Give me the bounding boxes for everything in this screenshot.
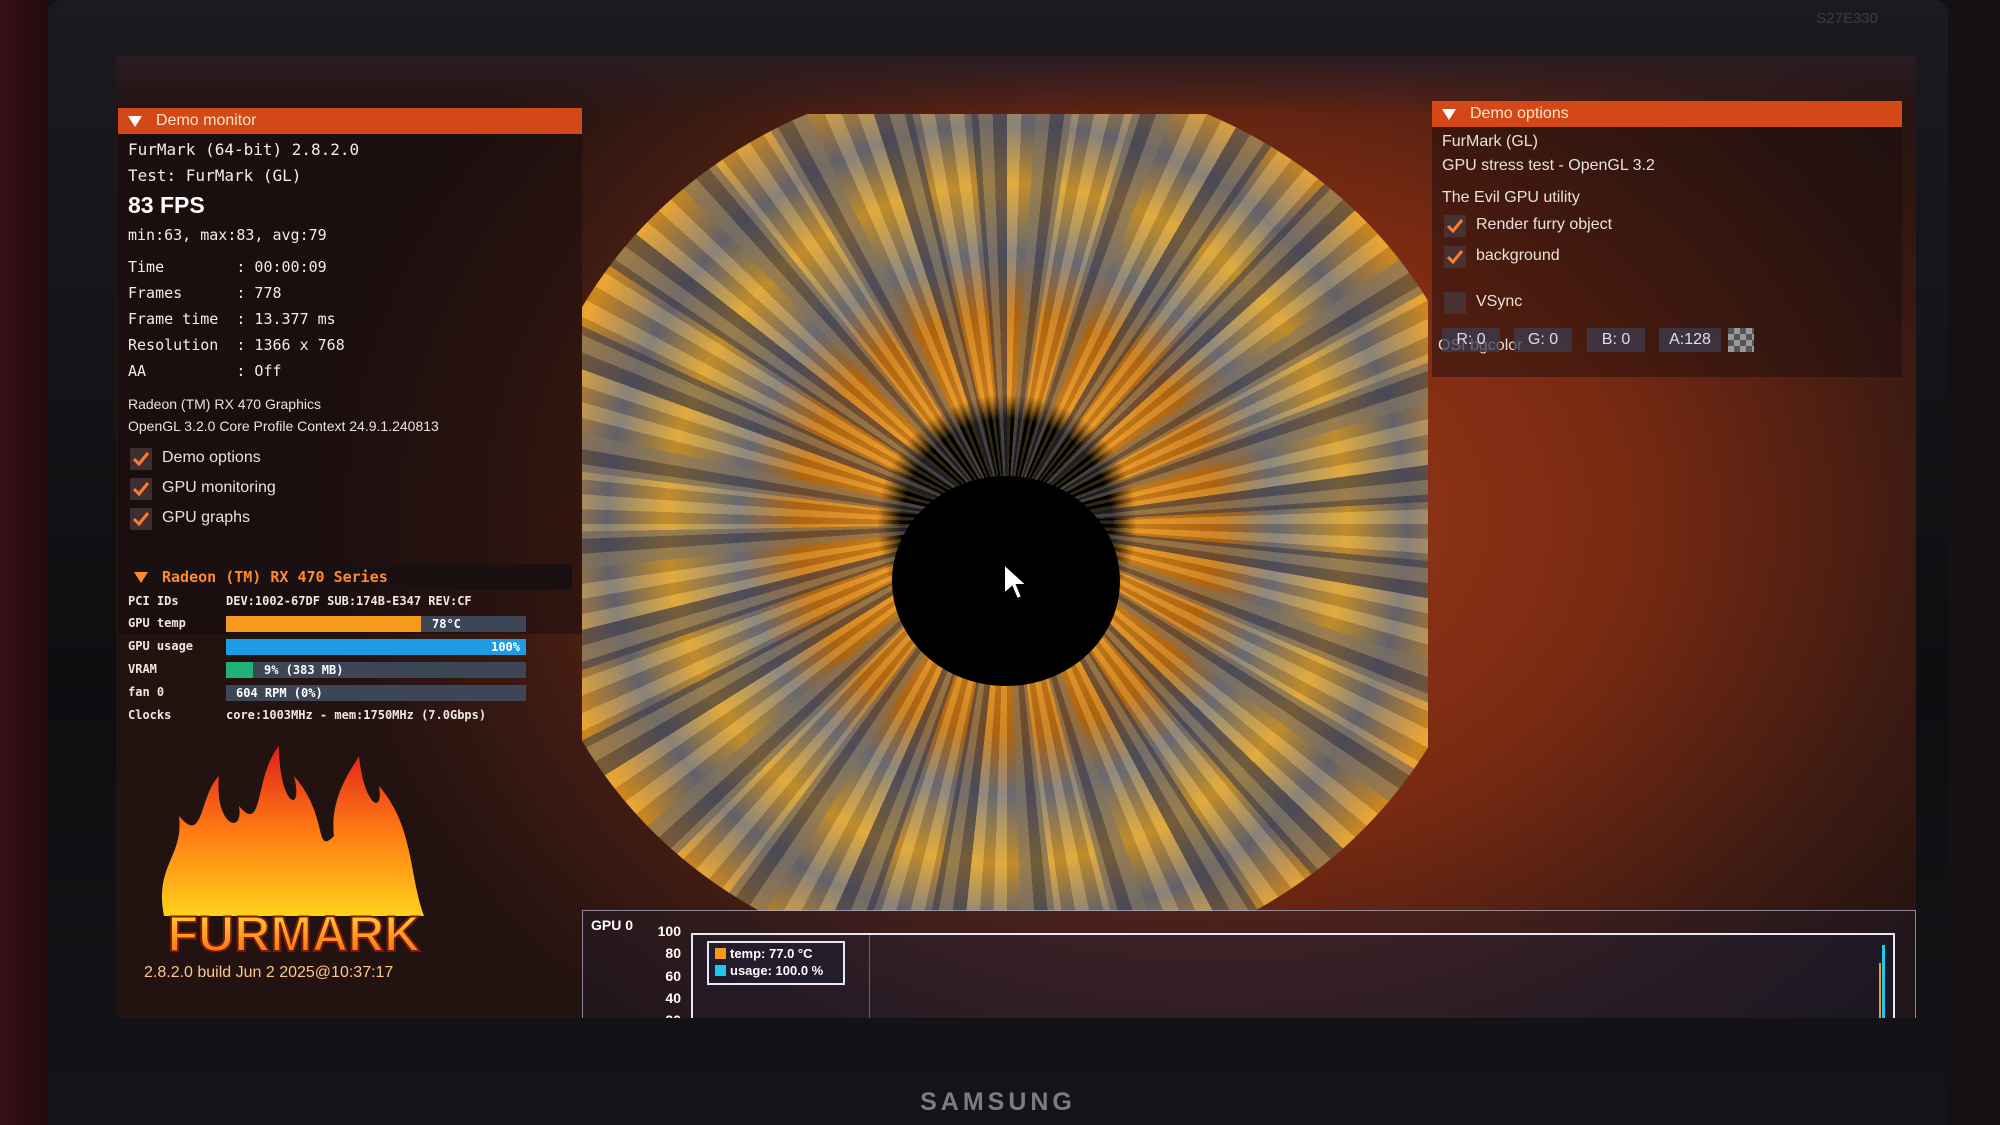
demo-options-label: Demo options (162, 449, 261, 466)
checkmark-icon (132, 512, 150, 527)
fan-value: 604 RPM (0%) (236, 686, 323, 700)
vram-bar: 9% (383 MB) (226, 662, 526, 678)
y-tick-60: 60 (665, 968, 681, 984)
monitor-model-label: S27E330 (1816, 10, 1878, 27)
furmark-logo: FURMARK (161, 746, 424, 963)
render-furry-object-checkbox[interactable] (1444, 215, 1466, 237)
gpu-temp-bar: 78°C (226, 616, 526, 632)
gpu-section-header[interactable]: Radeon (TM) RX 470 Series (124, 564, 572, 590)
gpu-monitoring-label: GPU monitoring (162, 479, 276, 496)
fan-bar: 604 RPM (0%) (226, 685, 526, 701)
usage-series-line (1882, 945, 1885, 1018)
gpu-usage-value: 100% (491, 640, 520, 654)
vram-bar-fill (226, 662, 253, 678)
gpu-temp-value: 78°C (432, 617, 461, 631)
fps-value: 83 FPS (128, 192, 205, 218)
legend-temp-swatch (715, 948, 726, 959)
stat-row-aa: AA : Off (128, 362, 282, 380)
stat-row-frames: Frames : 778 (128, 284, 282, 302)
clocks-value: core:1003MHz - mem:1750MHz (7.0Gbps) (226, 708, 487, 722)
vsync-label: VSync (1476, 293, 1523, 310)
build-info: 2.8.2.0 build Jun 2 2025@10:37:17 (144, 964, 394, 981)
stat-row-frame-time: Frame time : 13.377 ms (128, 310, 336, 328)
osi-b-field[interactable]: B: 0 (1587, 328, 1645, 352)
pci-ids-label: PCI IDs (128, 594, 179, 608)
legend-usage-swatch (715, 965, 726, 976)
vram-value: 9% (383 MB) (264, 663, 344, 677)
legend-temp: temp: 77.0 °C (715, 946, 813, 961)
demo-options-header[interactable]: Demo options (1432, 101, 1902, 127)
logo-wordmark: FURMARK (168, 906, 421, 962)
screen: Demo monitor FurMark (64-bit) 2.8.2.0 Te… (116, 56, 1916, 1018)
gl-context: OpenGL 3.2.0 Core Profile Context 24.9.1… (128, 418, 439, 434)
test-name: Test: FurMark (GL) (128, 166, 302, 185)
gpu-monitoring-checkbox[interactable] (130, 478, 152, 500)
collapse-triangle-icon[interactable] (1442, 108, 1456, 120)
monitor-brand-logo: SAMSUNG (920, 1088, 1076, 1116)
demo-options-title: Demo options (1470, 105, 1569, 122)
gpu-temp-bar-fill (226, 616, 421, 632)
gpu-usage-label: GPU usage (128, 639, 194, 653)
collapse-triangle-icon[interactable] (128, 115, 142, 127)
desk-background (0, 0, 48, 1125)
temp-series-line (1879, 963, 1881, 1018)
options-line-1: FurMark (GL) (1442, 133, 1538, 150)
stat-row-resolution: Resolution : 1366 x 768 (128, 336, 345, 354)
demo-monitor-title: Demo monitor (156, 112, 257, 129)
y-tick-40: 40 (665, 990, 681, 1006)
graph-title: GPU 0 (591, 917, 634, 933)
fan-label: fan 0 (128, 685, 165, 699)
vsync-checkbox[interactable] (1444, 292, 1466, 314)
y-tick-20: 20 (645, 1012, 681, 1018)
y-tick-80: 80 (665, 945, 681, 961)
background-checkbox[interactable] (1444, 246, 1466, 268)
fps-stats: min:63, max:83, avg:79 (128, 226, 327, 244)
vram-label: VRAM (128, 662, 157, 676)
clocks-label: Clocks (128, 708, 172, 722)
osi-g-field[interactable]: G: 0 (1514, 328, 1572, 352)
background-label: background (1476, 247, 1560, 264)
collapse-triangle-icon[interactable] (134, 571, 148, 583)
options-line-3: The Evil GPU utility (1442, 189, 1580, 206)
mouse-pointer-icon (1003, 562, 1030, 601)
checkmark-icon (132, 452, 150, 467)
checkmark-icon (132, 482, 150, 497)
osi-r-field[interactable]: R: 0 (1442, 328, 1500, 352)
flame-shape (161, 746, 424, 916)
app-version: FurMark (64-bit) 2.8.2.0 (128, 140, 360, 159)
osi-color-swatch[interactable] (1728, 328, 1754, 352)
options-line-2: GPU stress test - OpenGL 3.2 (1442, 157, 1655, 174)
gpu-name: Radeon (TM) RX 470 Graphics (128, 396, 321, 412)
gpu-usage-bar: 100% (226, 639, 526, 655)
legend-usage: usage: 100.0 % (715, 963, 823, 978)
demo-monitor-panel: FurMark (64-bit) 2.8.2.0 Test: FurMark (… (118, 134, 582, 634)
demo-options-checkbox[interactable] (130, 448, 152, 470)
graph-legend: temp: 77.0 °C usage: 100.0 % (707, 941, 845, 985)
osi-a-field[interactable]: A:128 (1659, 328, 1721, 352)
gpu-graphs-checkbox[interactable] (130, 508, 152, 530)
demo-monitor-header[interactable]: Demo monitor (118, 108, 582, 134)
pci-ids-value: DEV:1002-67DF SUB:174B-E347 REV:CF (226, 594, 472, 608)
checkmark-icon (1446, 219, 1464, 234)
gpu-usage-bar-fill (226, 639, 526, 655)
gpu-monitoring-table: PCI IDs DEV:1002-67DF SUB:174B-E347 REV:… (118, 592, 582, 742)
gpu-temp-label: GPU temp (128, 616, 186, 630)
render-furry-object-label: Render furry object (1476, 216, 1613, 233)
graph-plot-area: temp: 77.0 °C usage: 100.0 % (691, 933, 1895, 1018)
furry-object-render (582, 114, 1428, 911)
gpu-section-title: Radeon (TM) RX 470 Series (162, 568, 388, 586)
gpu-graphs-label: GPU graphs (162, 509, 251, 526)
checkmark-icon (1446, 250, 1464, 265)
y-tick-100: 100 (657, 923, 681, 939)
graph-gridline (869, 935, 870, 1018)
gpu-graph-panel: GPU 0 100 80 60 40 20 0 temp: 77.0 °C us… (582, 910, 1916, 1018)
stat-row-time: Time : 00:00:09 (128, 258, 327, 276)
